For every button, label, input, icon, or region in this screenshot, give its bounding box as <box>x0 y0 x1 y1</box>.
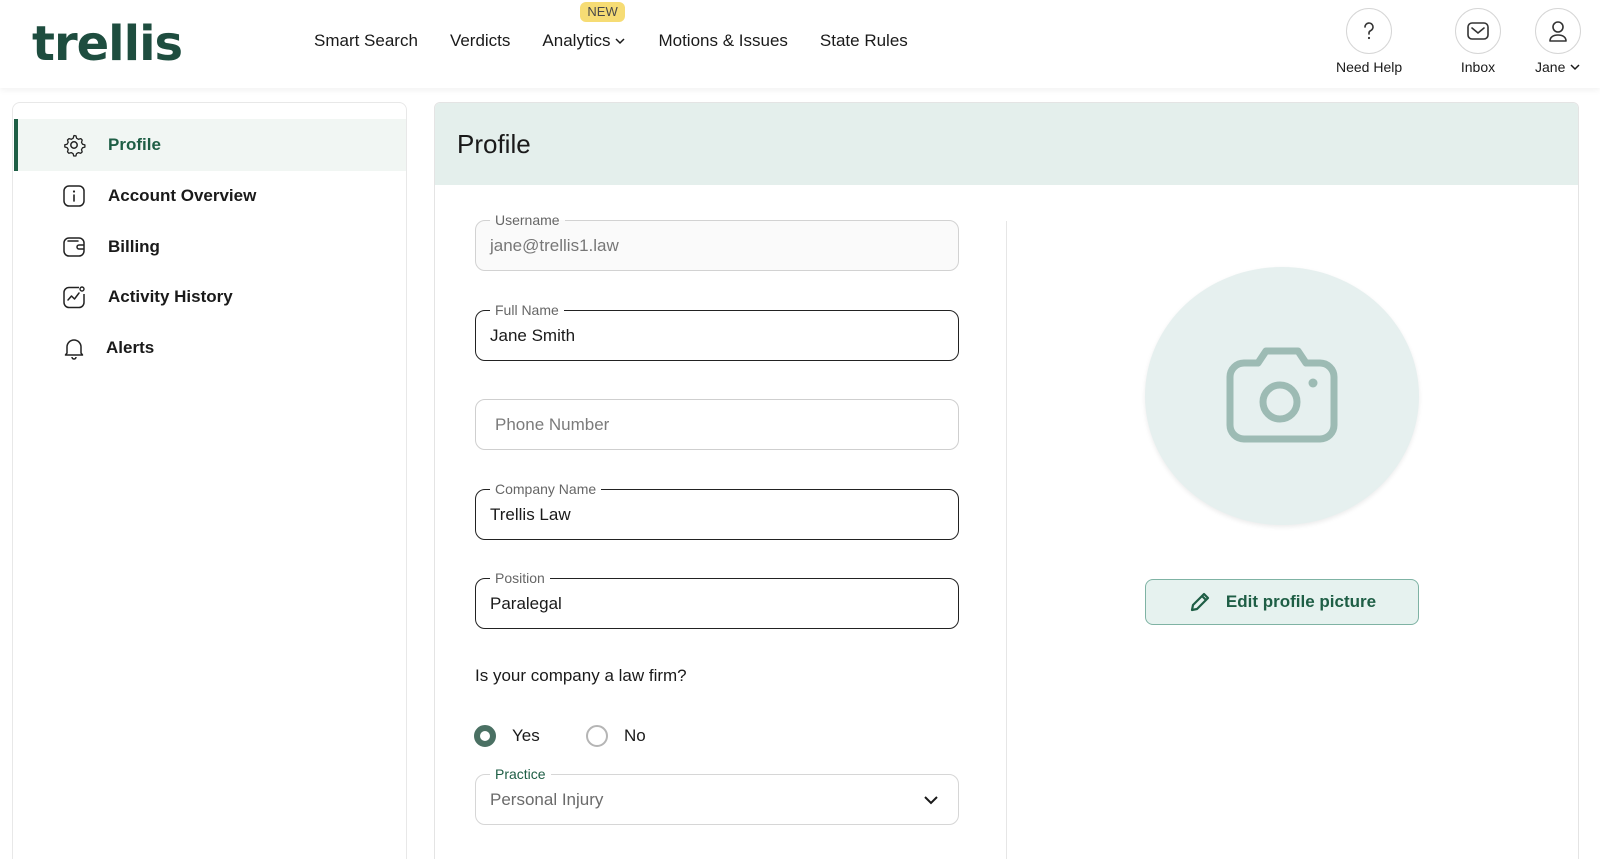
sidebar-item-account-overview[interactable]: Account Overview <box>14 170 406 222</box>
question-icon <box>1364 22 1374 40</box>
edit-profile-picture-label: Edit profile picture <box>1225 592 1377 611</box>
page-title: Profile <box>457 129 531 159</box>
user-name: Jane <box>1535 59 1566 75</box>
radio-indicator <box>586 725 608 747</box>
law-firm-no-radio[interactable]: No <box>586 725 646 747</box>
full-name-label: Full Name <box>490 301 564 319</box>
sidebar-item-alerts[interactable]: Alerts <box>14 322 406 374</box>
nav-smart-search[interactable]: Smart Search <box>314 30 418 52</box>
nav-label: Verdicts <box>449 31 511 50</box>
practice-value: Personal Injury <box>490 790 604 809</box>
sidebar-item-label: Account Overview <box>108 186 257 205</box>
nav-label: State Rules <box>819 31 908 50</box>
top-navigation-bar: trellis Smart Search Verdicts NEW Analyt… <box>0 0 1600 88</box>
phone-number-placeholder: Phone Number <box>495 415 610 434</box>
company-name-field[interactable]: Company Name Trellis Law <box>475 480 959 540</box>
nav-verdicts[interactable]: Verdicts <box>450 30 510 52</box>
nav-label: Smart Search <box>314 31 418 50</box>
sidebar-item-label: Alerts <box>106 338 155 357</box>
user-circle <box>1535 8 1582 54</box>
radio-label: No <box>624 726 646 745</box>
info-icon <box>63 185 85 207</box>
chevron-down-icon <box>1570 64 1580 71</box>
inbox-label: Inbox <box>1460 59 1496 75</box>
username-label: Username <box>490 211 565 229</box>
mail-icon <box>1467 22 1489 40</box>
camera-icon <box>1226 347 1338 443</box>
law-firm-yes-radio[interactable]: Yes <box>474 725 540 747</box>
edit-profile-picture-button[interactable]: Edit profile picture <box>1145 579 1419 625</box>
pencil-icon <box>1190 592 1210 612</box>
username-value: jane@trellis1.law <box>490 236 619 255</box>
sidebar-item-label: Activity History <box>108 287 233 306</box>
position-field[interactable]: Position Paralegal <box>475 569 959 629</box>
user-icon <box>1549 21 1567 42</box>
sidebar-item-billing[interactable]: Billing <box>14 221 406 273</box>
inbox-circle <box>1455 8 1501 54</box>
chevron-down-icon <box>615 38 625 45</box>
nav-analytics[interactable]: NEW Analytics <box>542 2 626 52</box>
full-name-value: Jane Smith <box>490 326 576 345</box>
main-nav: Smart Search Verdicts NEW Analytics Moti… <box>314 2 940 52</box>
need-help-label: Need Help <box>1336 59 1403 75</box>
practice-label: Practice <box>490 765 551 783</box>
sidebar-item-profile[interactable]: Profile <box>14 119 406 171</box>
user-menu-button[interactable]: Jane <box>1535 8 1582 75</box>
sidebar-item-activity-history[interactable]: Activity History <box>14 271 406 323</box>
phone-number-field[interactable]: Phone Number <box>475 399 959 450</box>
settings-sidebar: Profile Account Overview Billing Activit… <box>12 102 407 859</box>
column-divider <box>1006 221 1007 859</box>
help-circle <box>1346 8 1393 54</box>
nav-label: Analytics <box>542 31 611 50</box>
new-badge: NEW <box>580 2 625 22</box>
position-value: Paralegal <box>490 594 562 613</box>
nav-motions-issues[interactable]: Motions & Issues <box>658 30 787 52</box>
trellis-logo[interactable]: trellis <box>32 14 183 74</box>
username-field: Username jane@trellis1.law <box>475 211 959 271</box>
radio-selected-indicator <box>474 725 496 747</box>
position-label: Position <box>490 569 550 587</box>
company-name-value: Trellis Law <box>490 505 571 524</box>
company-name-label: Company Name <box>490 480 602 498</box>
sidebar-item-label: Profile <box>108 135 161 154</box>
chevron-down-icon <box>924 796 938 805</box>
bell-icon <box>64 339 84 360</box>
nav-state-rules[interactable]: State Rules <box>820 30 908 52</box>
activity-chart-icon <box>63 286 85 309</box>
wallet-icon <box>63 237 85 257</box>
profile-picture-placeholder[interactable] <box>1145 267 1419 525</box>
radio-label: Yes <box>512 726 540 745</box>
full-name-field[interactable]: Full Name Jane Smith <box>475 301 959 361</box>
inbox-button[interactable]: Inbox <box>1455 8 1501 75</box>
nav-label: Motions & Issues <box>658 31 788 50</box>
law-firm-question: Is your company a law firm? <box>475 666 687 685</box>
user-name-label: Jane <box>1535 59 1581 75</box>
need-help-button[interactable]: Need Help <box>1336 8 1402 75</box>
sidebar-item-label: Billing <box>108 237 160 256</box>
practice-select[interactable]: Practice Personal Injury <box>475 765 959 825</box>
panel-header: Profile <box>435 103 1578 185</box>
profile-panel: Profile Username jane@trellis1.law Full … <box>434 102 1579 859</box>
gear-icon <box>64 134 86 157</box>
